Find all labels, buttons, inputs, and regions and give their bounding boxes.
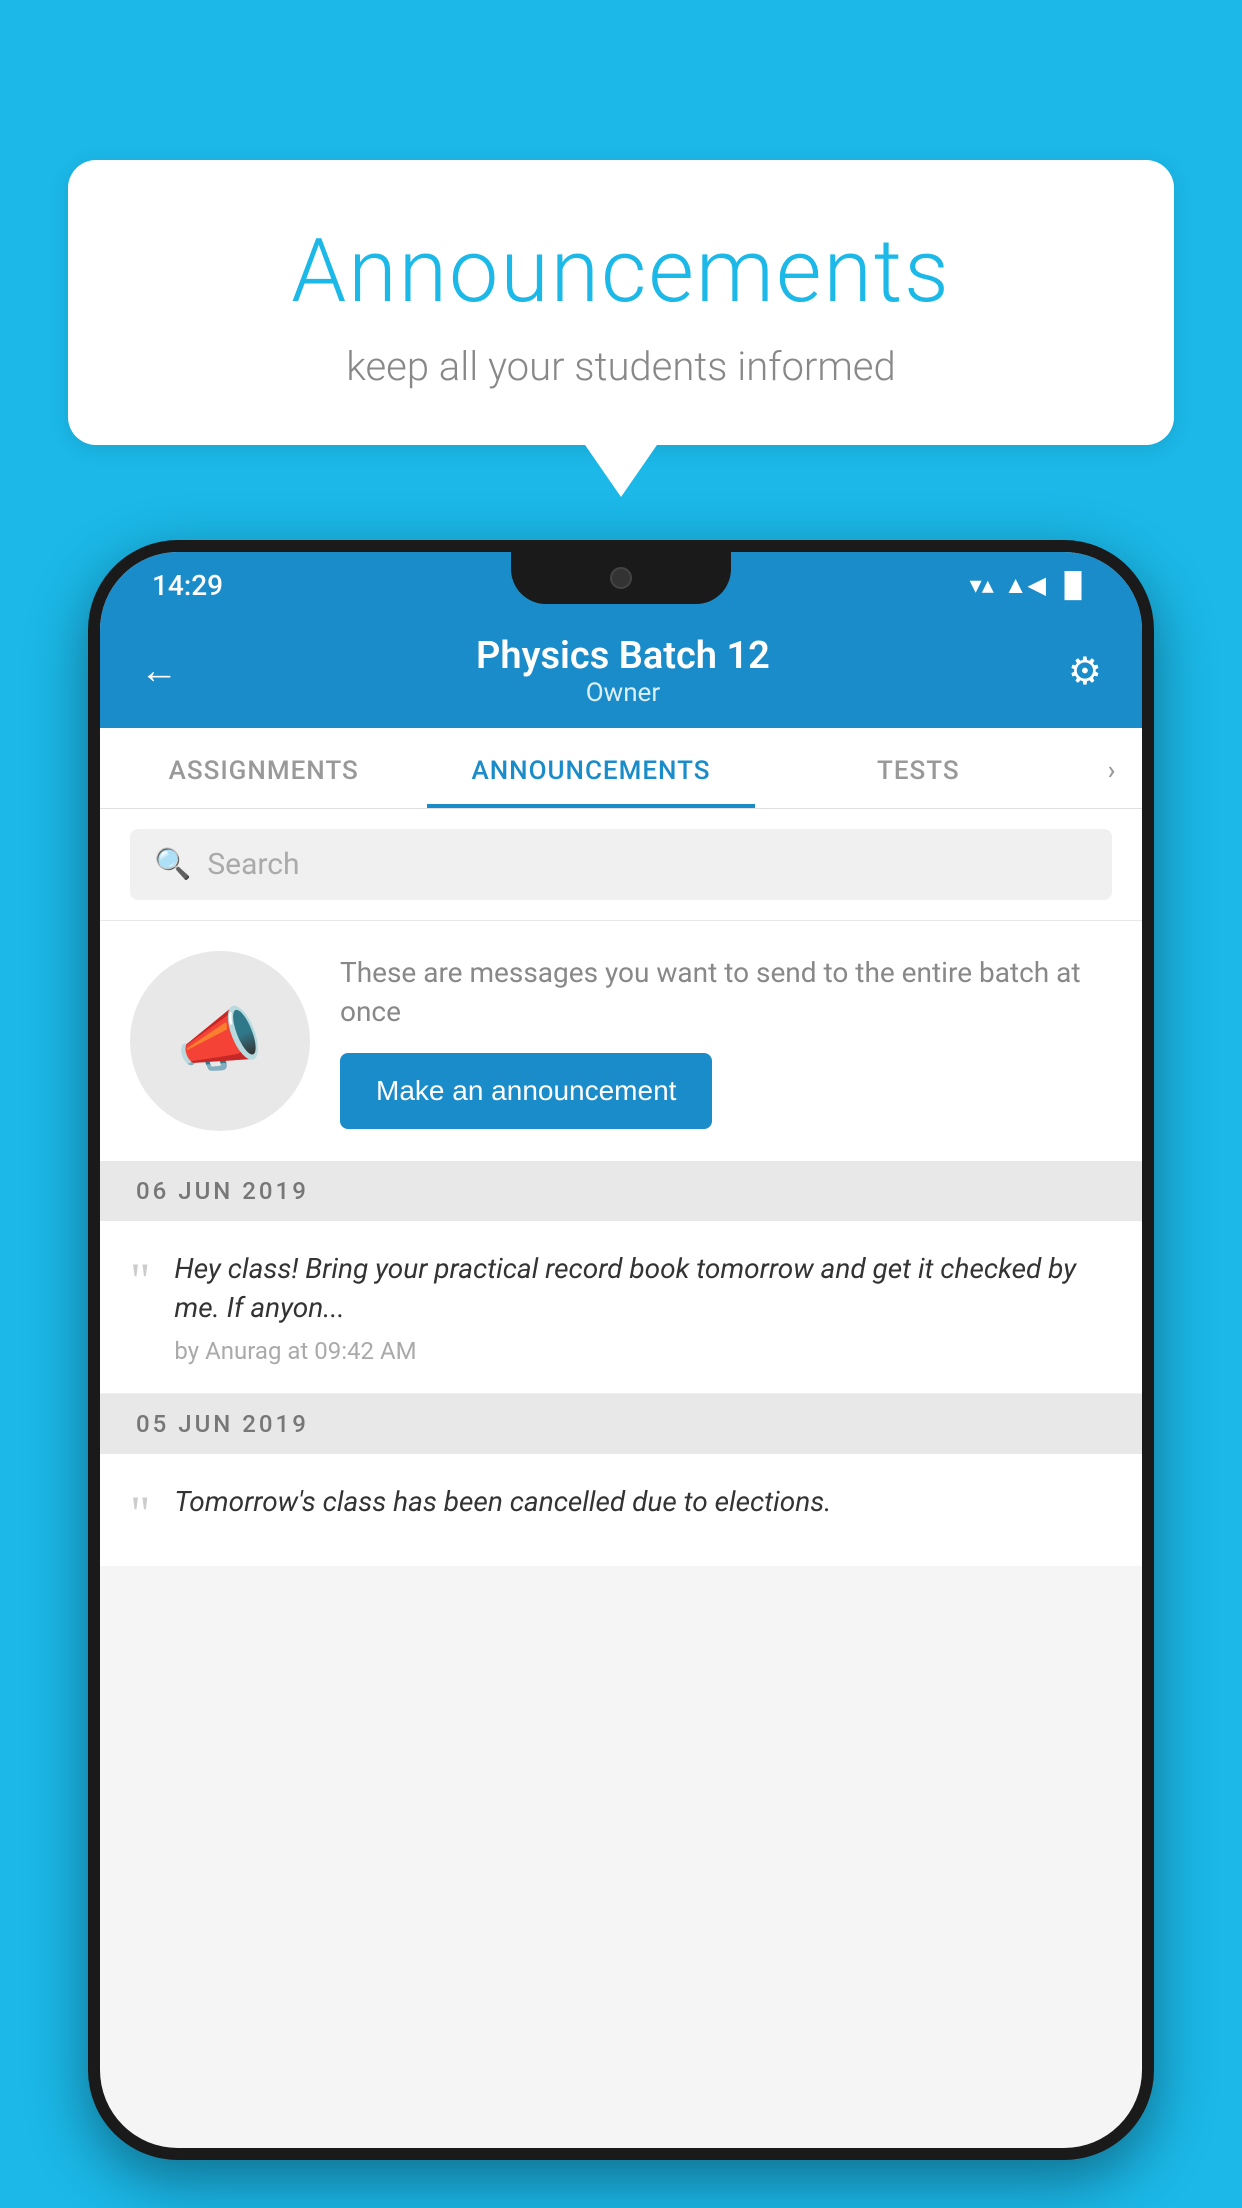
quote-icon-1: ": [130, 1255, 150, 1305]
search-placeholder: Search: [207, 847, 299, 882]
phone-notch: [511, 552, 731, 604]
date-divider-1: 06 JUN 2019: [100, 1161, 1142, 1221]
make-announcement-button[interactable]: Make an announcement: [340, 1053, 712, 1129]
app-header: ← Physics Batch 12 Owner ⚙: [100, 610, 1142, 728]
announcement-content-2: Tomorrow's class has been cancelled due …: [174, 1482, 1112, 1531]
tabs-bar: ASSIGNMENTS ANNOUNCEMENTS TESTS ›: [100, 728, 1142, 809]
announcement-content-1: Hey class! Bring your practical record b…: [174, 1249, 1112, 1365]
battery-icon: ▐▌: [1056, 571, 1090, 600]
promo-right: These are messages you want to send to t…: [340, 953, 1112, 1129]
tab-announcements[interactable]: ANNOUNCEMENTS: [427, 728, 754, 808]
announcement-item-1[interactable]: " Hey class! Bring your practical record…: [100, 1221, 1142, 1394]
status-icons: ▾▴ ▲◀ ▐▌: [970, 571, 1090, 600]
announcement-promo: 📣 These are messages you want to send to…: [100, 920, 1142, 1161]
search-icon: 🔍: [154, 847, 191, 882]
settings-icon[interactable]: ⚙: [1068, 649, 1102, 694]
promo-description: These are messages you want to send to t…: [340, 953, 1112, 1031]
announcement-meta-1: by Anurag at 09:42 AM: [174, 1337, 1112, 1365]
speech-bubble-card: Announcements keep all your students inf…: [68, 160, 1174, 445]
phone-screen: 14:29 ▾▴ ▲◀ ▐▌ ← Physics Batch 12 Owner …: [100, 552, 1142, 2148]
tab-assignments[interactable]: ASSIGNMENTS: [100, 728, 427, 808]
announcement-text-1: Hey class! Bring your practical record b…: [174, 1249, 1112, 1327]
phone-frame: 14:29 ▾▴ ▲◀ ▐▌ ← Physics Batch 12 Owner …: [88, 540, 1154, 2160]
search-container: 🔍 Search: [100, 809, 1142, 920]
search-box[interactable]: 🔍 Search: [130, 829, 1112, 900]
phone-container: 14:29 ▾▴ ▲◀ ▐▌ ← Physics Batch 12 Owner …: [88, 540, 1154, 2208]
header-title: Physics Batch 12: [476, 634, 770, 678]
status-time: 14:29: [152, 569, 223, 602]
bubble-subtitle: keep all your students informed: [118, 343, 1124, 390]
announcement-text-2: Tomorrow's class has been cancelled due …: [174, 1482, 1112, 1521]
date-divider-2: 05 JUN 2019: [100, 1394, 1142, 1454]
wifi-icon: ▾▴: [970, 571, 994, 599]
speech-bubble-section: Announcements keep all your students inf…: [68, 160, 1174, 445]
camera: [610, 567, 632, 589]
tab-more[interactable]: ›: [1082, 728, 1142, 808]
announcement-item-2[interactable]: " Tomorrow's class has been cancelled du…: [100, 1454, 1142, 1566]
quote-icon-2: ": [130, 1488, 150, 1538]
tab-tests[interactable]: TESTS: [755, 728, 1082, 808]
bubble-title: Announcements: [118, 220, 1124, 323]
header-subtitle: Owner: [476, 678, 770, 708]
signal-icon: ▲◀: [1004, 571, 1046, 600]
back-button[interactable]: ←: [140, 649, 178, 693]
megaphone-icon: 📣: [130, 951, 310, 1131]
header-center: Physics Batch 12 Owner: [476, 634, 770, 708]
